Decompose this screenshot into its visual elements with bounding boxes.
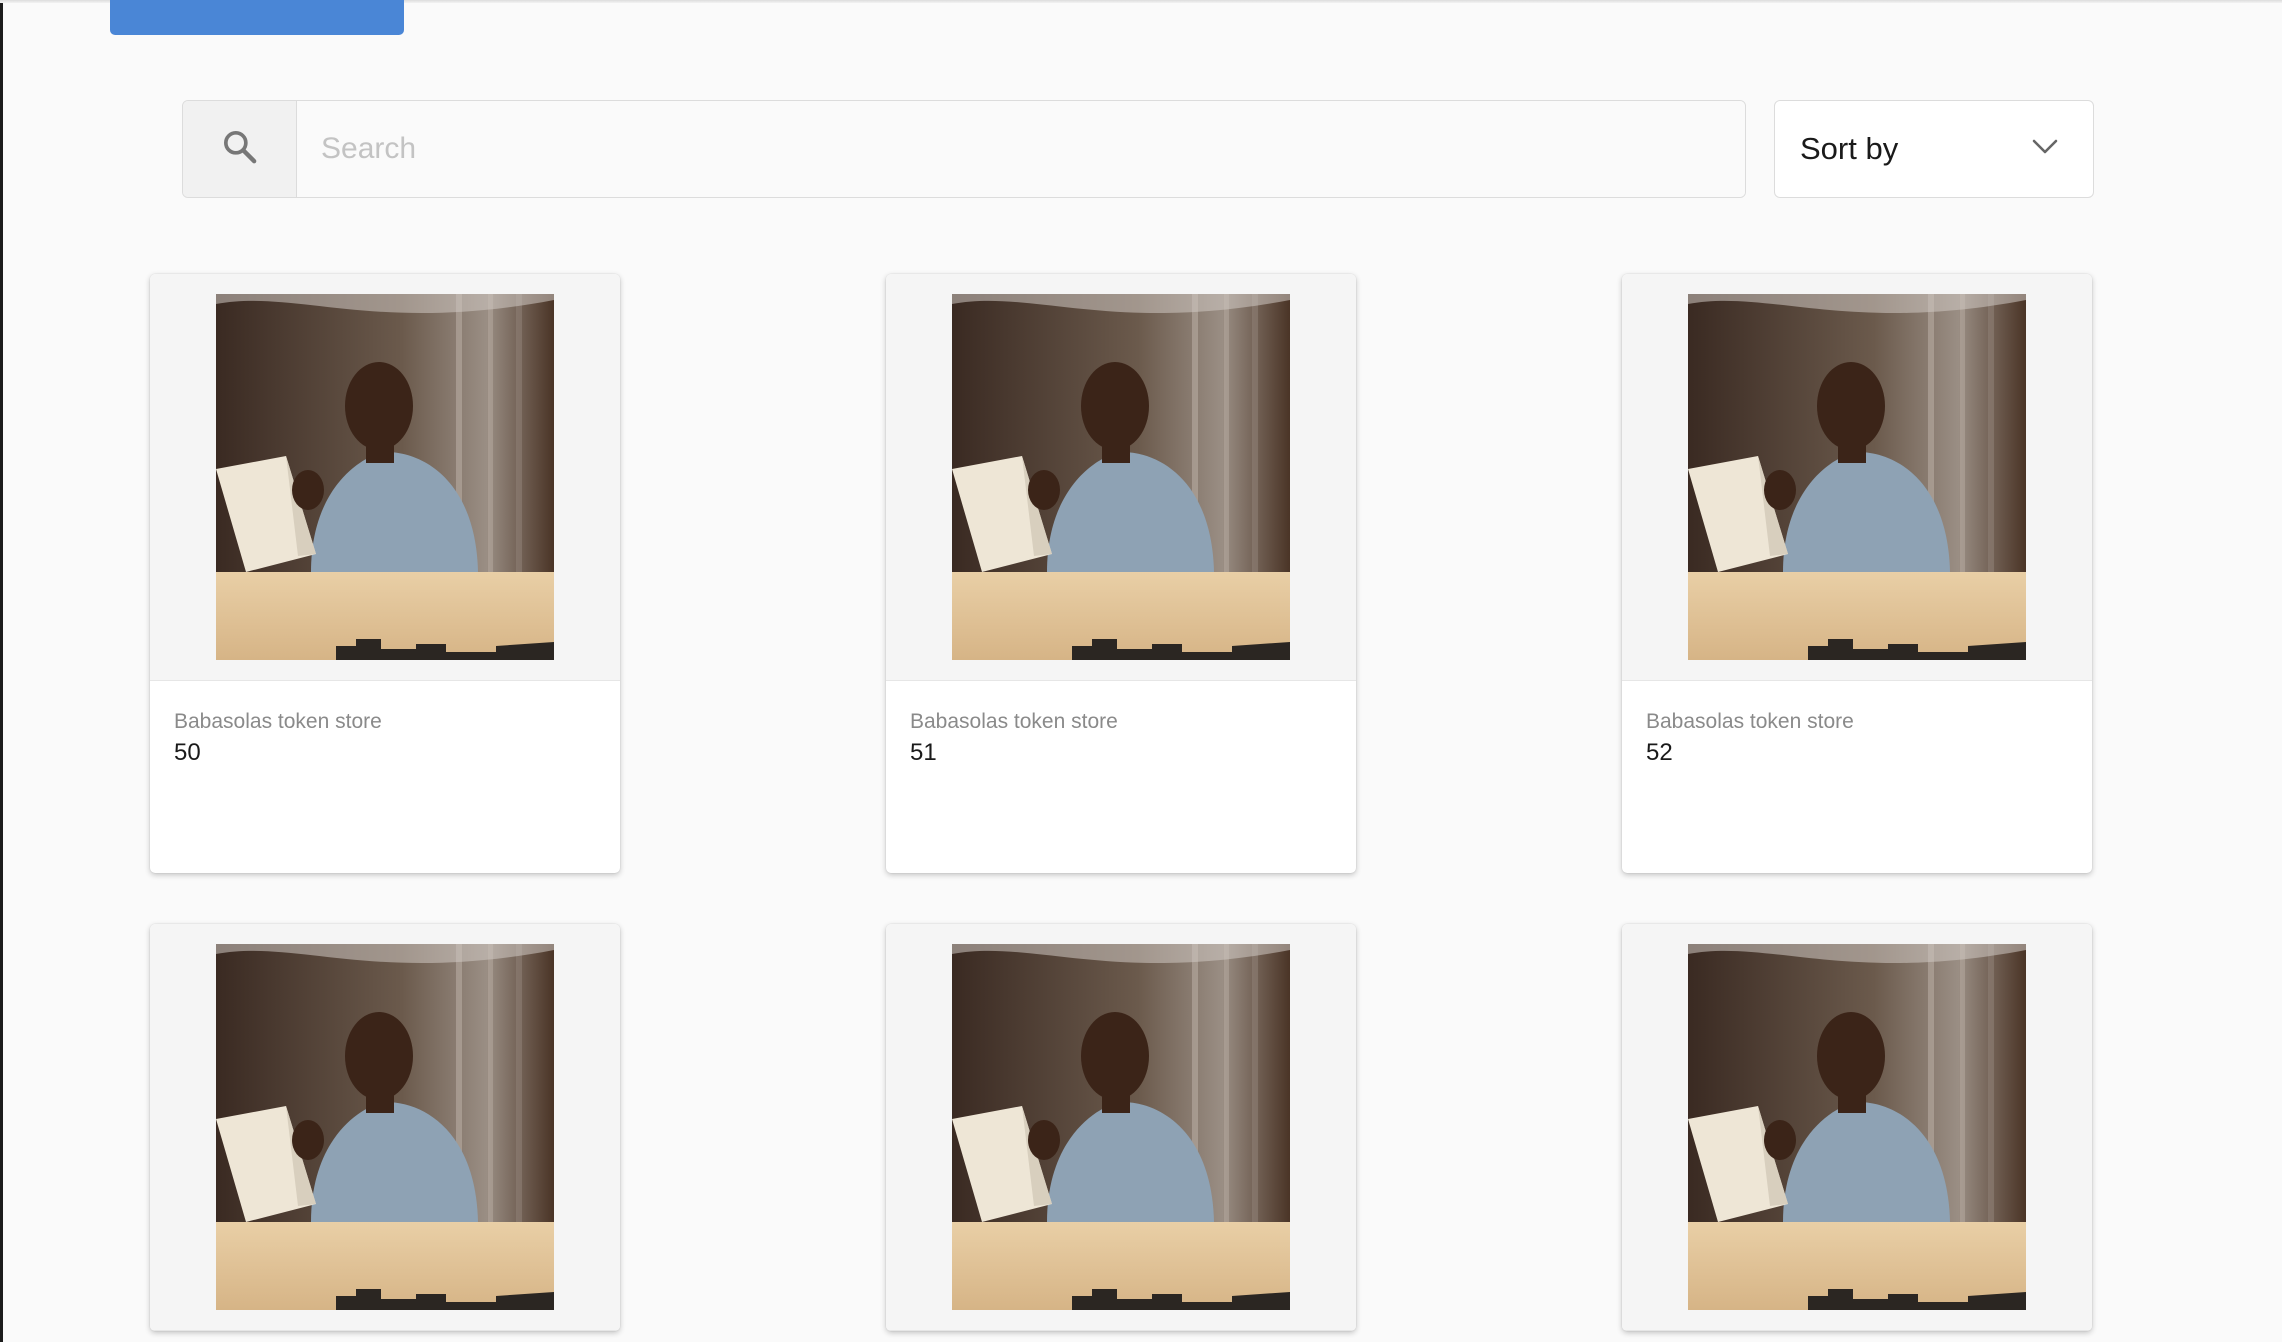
- token-card[interactable]: Babasolas token store 51: [886, 274, 1356, 873]
- token-card[interactable]: [886, 924, 1356, 1331]
- store-name: Babasolas token store: [174, 710, 382, 733]
- token-image: [952, 944, 1290, 1310]
- token-image: [952, 294, 1290, 660]
- card-body: Babasolas token store 50: [150, 681, 620, 873]
- store-name: Babasolas token store: [910, 710, 1118, 733]
- chevron-down-icon: [2031, 138, 2059, 161]
- card-body: Babasolas token store 52: [1622, 681, 2092, 873]
- primary-action-button[interactable]: [110, 0, 404, 35]
- token-number: 51: [910, 739, 937, 766]
- token-image: [216, 294, 554, 660]
- token-image-area: [150, 274, 620, 681]
- token-image: [1688, 294, 2026, 660]
- token-image-area: [150, 924, 620, 1331]
- token-card[interactable]: Babasolas token store 50: [150, 274, 620, 873]
- token-card[interactable]: [150, 924, 620, 1331]
- token-card[interactable]: Babasolas token store 52: [1622, 274, 2092, 873]
- token-image-area: [886, 924, 1356, 1331]
- token-image-area: [1622, 924, 2092, 1331]
- token-number: 50: [174, 739, 201, 766]
- search-icon: [220, 127, 260, 172]
- token-card[interactable]: [1622, 924, 2092, 1331]
- card-body: Babasolas token store 51: [886, 681, 1356, 873]
- window-edge: [0, 0, 3, 1342]
- token-image: [1688, 944, 2026, 1310]
- store-name: Babasolas token store: [1646, 710, 1854, 733]
- search-bar: [182, 100, 1746, 198]
- sort-label: Sort by: [1800, 131, 1899, 166]
- search-input[interactable]: [297, 101, 1745, 197]
- token-image: [216, 944, 554, 1310]
- search-icon-addon[interactable]: [183, 101, 297, 197]
- token-number: 52: [1646, 739, 1673, 766]
- sort-dropdown[interactable]: Sort by: [1774, 100, 2094, 198]
- token-image-area: [1622, 274, 2092, 681]
- token-image-area: [886, 274, 1356, 681]
